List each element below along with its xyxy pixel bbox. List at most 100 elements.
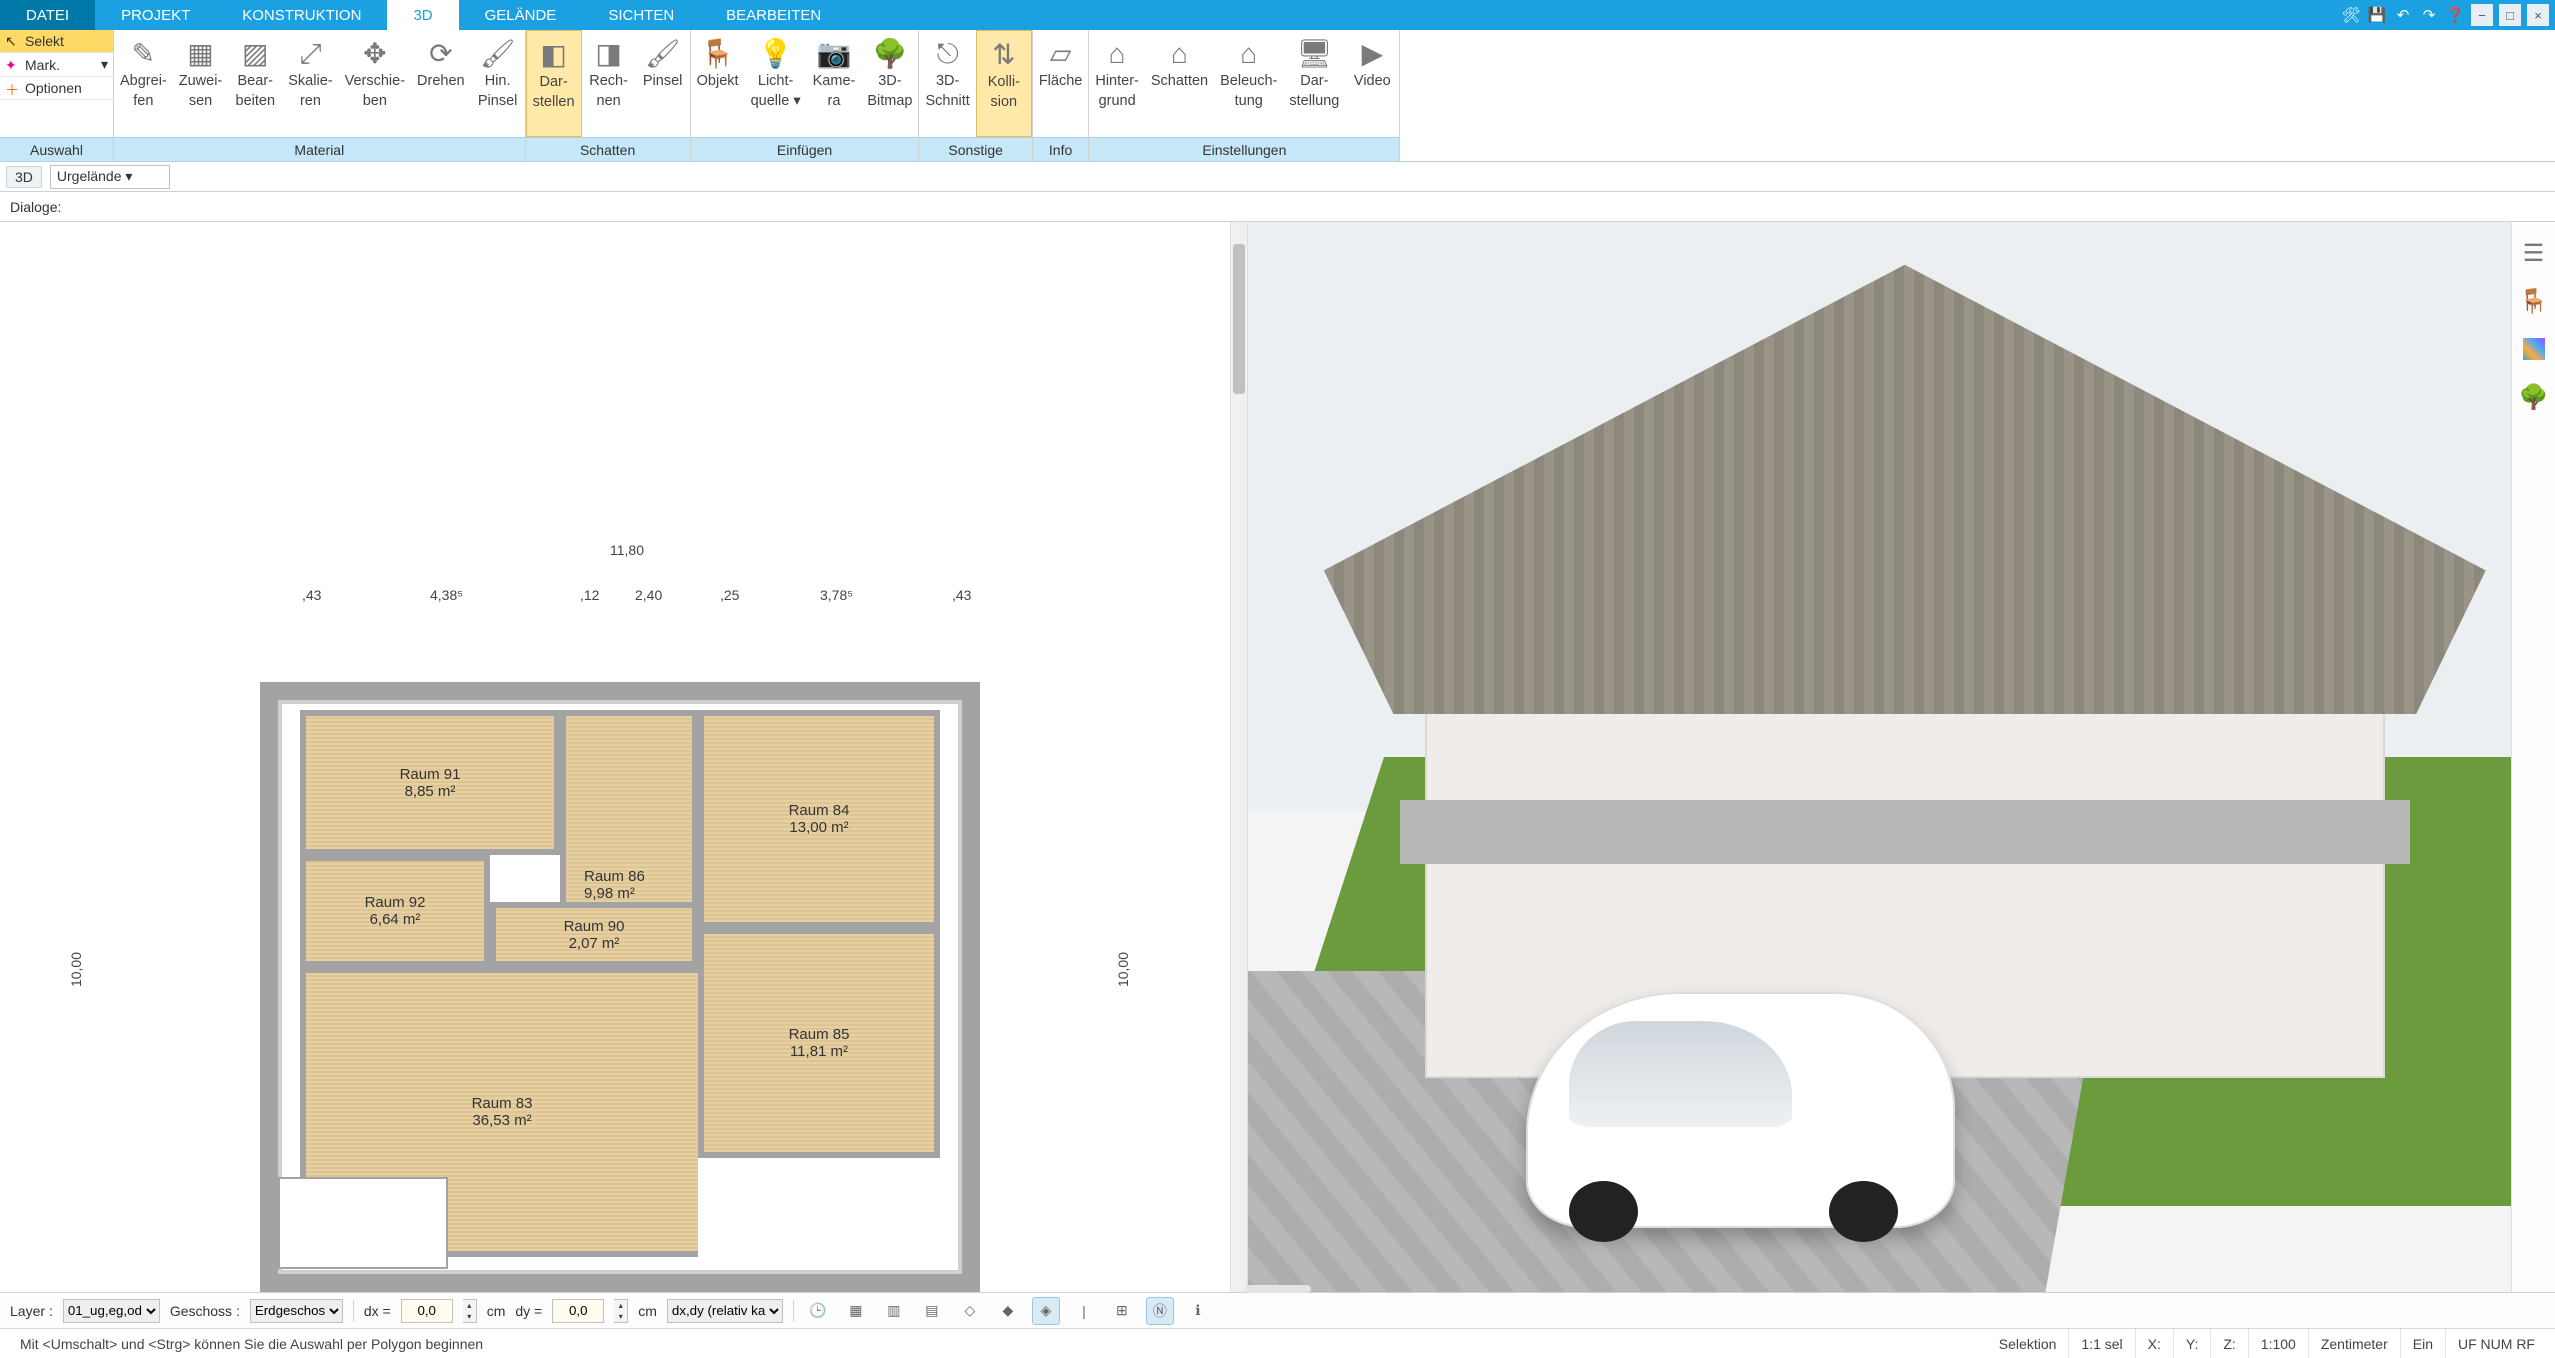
darstellen-button[interactable]: ◧Dar- stellen bbox=[526, 30, 582, 137]
tool-icon[interactable]: 🛠 bbox=[2341, 5, 2361, 25]
menu-3d[interactable]: 3D bbox=[387, 0, 458, 30]
palette-icon[interactable] bbox=[2519, 334, 2549, 364]
play-icon: ▶ bbox=[1351, 36, 1393, 72]
coord-mode-select[interactable]: dx,dy (relativ ka bbox=[667, 1299, 783, 1323]
schatten-pinsel-button[interactable]: 🖌Pinsel bbox=[636, 30, 690, 137]
resize-grip[interactable] bbox=[1245, 1285, 1311, 1293]
pinsel-button[interactable]: 🖌Hin. Pinsel bbox=[471, 30, 525, 137]
room-86[interactable]: Raum 86 9,98 m² bbox=[560, 710, 698, 928]
dy-input[interactable] bbox=[552, 1299, 604, 1323]
assign-icon: ▦ bbox=[180, 36, 222, 72]
info-icon[interactable]: ℹ bbox=[1184, 1297, 1212, 1325]
tool-b-icon[interactable]: ▥ bbox=[880, 1297, 908, 1325]
menu-datei[interactable]: DATEI bbox=[0, 0, 95, 30]
save-icon[interactable]: 💾 bbox=[2367, 5, 2387, 25]
status-bar: Mit <Umschalt> und <Strg> können Sie die… bbox=[0, 1328, 2555, 1358]
scrollbar-thumb[interactable] bbox=[1233, 244, 1245, 394]
cursor-icon: ↖ bbox=[5, 33, 21, 49]
schatten-einst-button[interactable]: ⌂Schatten bbox=[1145, 30, 1214, 137]
layer-select[interactable]: 01_ug,eg,od bbox=[63, 1299, 160, 1323]
maximize-button[interactable]: □ bbox=[2499, 4, 2521, 26]
view-3d[interactable] bbox=[1248, 222, 2511, 1292]
plant-icon[interactable]: 🌳 bbox=[2519, 382, 2549, 412]
tool-e-icon[interactable]: ◆ bbox=[994, 1297, 1022, 1325]
undo-icon[interactable]: ↶ bbox=[2393, 5, 2413, 25]
view-secondary-bar: 3D Urgelände ▾ bbox=[0, 162, 2555, 192]
group-title-einstellungen: Einstellungen bbox=[1089, 137, 1399, 161]
ribbon-info-group: ▱Fläche Info bbox=[1033, 30, 1090, 161]
3d-schnitt-button[interactable]: ⎋3D- Schnitt bbox=[919, 30, 975, 137]
collision-icon: ⇅ bbox=[983, 37, 1025, 73]
menu-sichten[interactable]: SICHTEN bbox=[582, 0, 700, 30]
dx-input[interactable] bbox=[401, 1299, 453, 1323]
right-toolbar: ☰ 🪑 🌳 bbox=[2511, 222, 2555, 1292]
flaeche-button[interactable]: ▱Fläche bbox=[1033, 30, 1089, 137]
redo-icon[interactable]: ↷ bbox=[2419, 5, 2439, 25]
room-85[interactable]: Raum 85 11,81 m² bbox=[698, 928, 940, 1158]
options-button[interactable]: ＋ Optionen bbox=[0, 77, 113, 100]
darstellung-button[interactable]: 🖥Dar- stellung bbox=[1283, 30, 1345, 137]
kollision-button[interactable]: ⇅Kolli- sion bbox=[976, 30, 1032, 137]
floor-select[interactable]: Erdgeschos bbox=[250, 1299, 343, 1323]
room-92[interactable]: Raum 92 6,64 m² bbox=[300, 855, 490, 967]
hintergrund-button[interactable]: ⌂Hinter- grund bbox=[1089, 30, 1145, 137]
verschieben-button[interactable]: ✥Verschie- ben bbox=[339, 30, 411, 137]
room-91[interactable]: Raum 91 8,85 m² bbox=[300, 710, 560, 855]
kamera-button[interactable]: 📷Kame- ra bbox=[807, 30, 862, 137]
menu-konstruktion[interactable]: KONSTRUKTION bbox=[216, 0, 387, 30]
north-icon[interactable]: Ⓝ bbox=[1146, 1297, 1174, 1325]
layers-icon[interactable]: ☰ bbox=[2519, 238, 2549, 268]
garage-space[interactable] bbox=[278, 1177, 448, 1269]
view-tag-3d[interactable]: 3D bbox=[6, 166, 42, 188]
furniture-icon[interactable]: 🪑 bbox=[2519, 286, 2549, 316]
dim-right-total: 10,00 bbox=[1115, 952, 1131, 987]
skalieren-button[interactable]: ⤢Skalie- ren bbox=[282, 30, 338, 137]
help-icon[interactable]: ❓ bbox=[2445, 5, 2465, 25]
status-z: Z: bbox=[2211, 1329, 2248, 1358]
zuweisen-button[interactable]: ▦Zuwei- sen bbox=[173, 30, 229, 137]
group-title-einfuegen: Einfügen bbox=[691, 137, 919, 161]
dim: ,12 bbox=[580, 587, 599, 603]
tool-c-icon[interactable]: ▤ bbox=[918, 1297, 946, 1325]
car-model bbox=[1526, 992, 1955, 1227]
chevron-down-icon: ▾ bbox=[101, 56, 108, 73]
rechnen-button[interactable]: ◨Rech- nen bbox=[582, 30, 636, 137]
ribbon: ↖ Selekt ✦ Mark. ▾ ＋ Optionen Auswahl ✎A… bbox=[0, 30, 2555, 162]
brush-icon: 🖌 bbox=[477, 36, 519, 72]
menu-projekt[interactable]: PROJEKT bbox=[95, 0, 216, 30]
tool-a-icon[interactable]: ▦ bbox=[842, 1297, 870, 1325]
camera-icon: 📷 bbox=[813, 36, 855, 72]
bearbeiten-button[interactable]: ▨Bear- beiten bbox=[228, 30, 282, 137]
menu-gelaende[interactable]: GELÄNDE bbox=[459, 0, 583, 30]
floor-label: Geschoss : bbox=[170, 1303, 240, 1319]
room-90[interactable]: Raum 90 2,07 m² bbox=[490, 902, 698, 967]
menu-bearbeiten[interactable]: BEARBEITEN bbox=[700, 0, 847, 30]
objekt-button[interactable]: 🪑Objekt bbox=[691, 30, 745, 137]
scrollbar-2d[interactable] bbox=[1230, 222, 1248, 1292]
clock-icon[interactable]: 🕒 bbox=[804, 1297, 832, 1325]
tool-f-icon[interactable]: ◈ bbox=[1032, 1297, 1060, 1325]
unit-cm: cm bbox=[487, 1303, 506, 1319]
tool-d-icon[interactable]: ◇ bbox=[956, 1297, 984, 1325]
drehen-button[interactable]: ⟳Drehen bbox=[411, 30, 471, 137]
select-button[interactable]: ↖ Selekt bbox=[0, 30, 113, 53]
close-button[interactable]: × bbox=[2527, 4, 2549, 26]
dialog-bar: Dialoge: bbox=[0, 192, 2555, 222]
status-flags: UF NUM RF bbox=[2446, 1329, 2547, 1358]
area-icon: ▱ bbox=[1040, 36, 1082, 72]
dx-stepper[interactable]: ▴▾ bbox=[463, 1299, 477, 1323]
abgreifen-button[interactable]: ✎Abgrei- fen bbox=[114, 30, 173, 137]
room-84[interactable]: Raum 84 13,00 m² bbox=[698, 710, 940, 928]
dim: 2,40 bbox=[635, 587, 662, 603]
dim-left-total: 10,00 bbox=[68, 952, 84, 987]
video-button[interactable]: ▶Video bbox=[1345, 30, 1399, 137]
minimize-button[interactable]: − bbox=[2471, 4, 2493, 26]
beleuchtung-button[interactable]: ⌂Beleuch- tung bbox=[1214, 30, 1283, 137]
plan-view-2d[interactable]: 11,80 ,43 4,38⁵ ,12 2,40 ,25 3,78⁵ ,43 1… bbox=[0, 222, 1230, 1292]
terrain-select[interactable]: Urgelände ▾ bbox=[50, 165, 170, 189]
grid-icon[interactable]: ⊞ bbox=[1108, 1297, 1136, 1325]
mark-button[interactable]: ✦ Mark. ▾ bbox=[0, 53, 113, 77]
dy-stepper[interactable]: ▴▾ bbox=[614, 1299, 628, 1323]
3d-bitmap-button[interactable]: 🌳3D- Bitmap bbox=[861, 30, 918, 137]
lichtquelle-button[interactable]: 💡Licht- quelle ▾ bbox=[745, 30, 807, 137]
